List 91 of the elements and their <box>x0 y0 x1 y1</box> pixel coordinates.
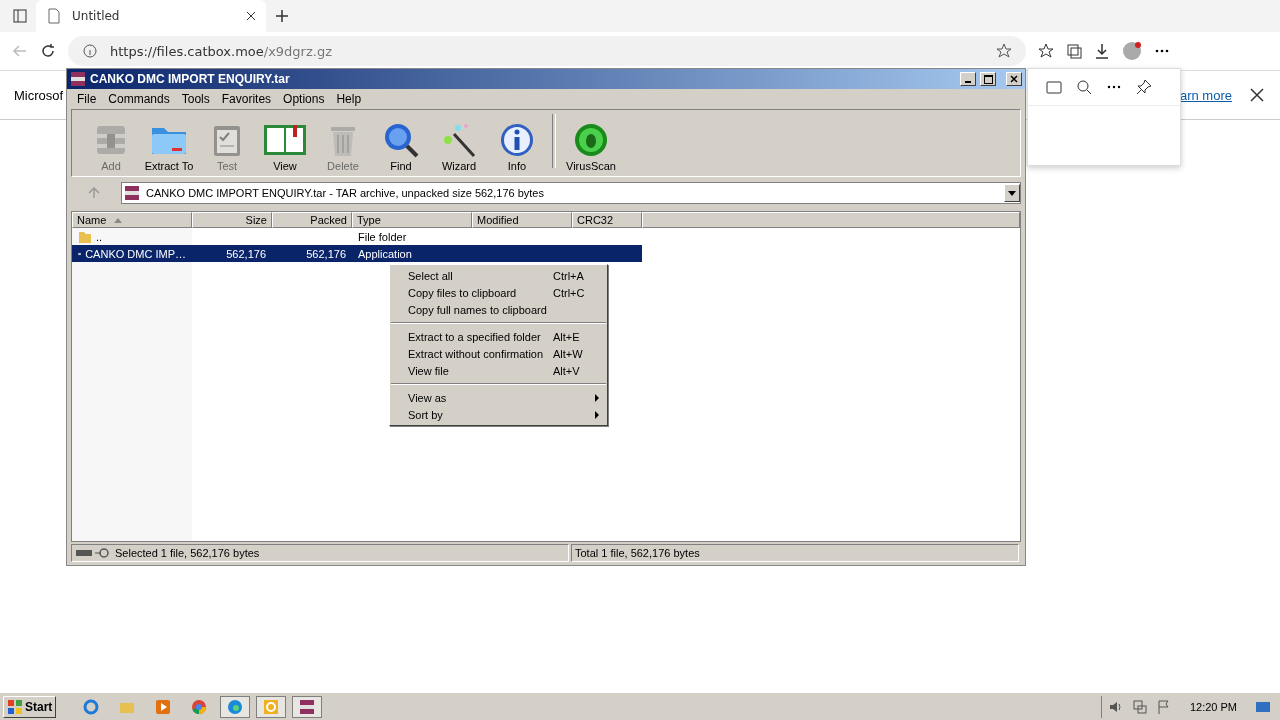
tab-title: Untitled <box>72 9 121 23</box>
menu-item[interactable]: Commands <box>102 92 176 106</box>
column-header[interactable]: Name <box>72 212 192 228</box>
status-text: Selected 1 file, 562,176 bytes <box>115 547 260 559</box>
maximize-button[interactable] <box>980 72 996 86</box>
menu-item[interactable]: Extract without confirmation Alt+W <box>390 345 607 362</box>
name-cell: CANKO DMC IMP… <box>72 246 192 261</box>
browser-icon <box>227 698 244 715</box>
favorites-icon <box>1038 43 1054 59</box>
globe-icon <box>83 698 100 715</box>
column-header[interactable]: Modified <box>472 212 572 228</box>
menu-item[interactable]: View file Alt+V <box>390 362 607 379</box>
menu-item[interactable]: Tools <box>175 92 216 106</box>
url-text: https://files.catbox.moe/x9dgrz.gz <box>110 43 332 59</box>
folder-icon <box>1046 79 1062 95</box>
pin-icon <box>1136 79 1152 95</box>
browser-icon <box>191 698 208 715</box>
info-icon <box>82 43 98 59</box>
network-icon <box>1131 698 1148 715</box>
minimize-button[interactable] <box>960 72 976 86</box>
folder-icon <box>78 229 92 244</box>
menu-item[interactable]: File <box>71 92 103 106</box>
toolbar-button[interactable]: Info <box>488 122 546 172</box>
archive-icon <box>70 71 86 87</box>
type-cell-text: Application <box>357 247 413 260</box>
name-cell: .. <box>72 229 192 244</box>
toolbar-button[interactable]: Wizard <box>430 122 488 172</box>
toolbar-button[interactable]: View <box>256 122 314 172</box>
column-header[interactable]: Type <box>352 212 472 228</box>
menu-item[interactable]: Extract to a specified folder Alt+E <box>390 328 607 345</box>
maximize-icon <box>983 74 993 84</box>
menu-item[interactable]: Copy files to clipboard Ctrl+C <box>390 284 607 301</box>
learn-more-link[interactable]: arn more <box>1179 87 1232 103</box>
refresh-icon <box>40 43 56 59</box>
flag-icon <box>1155 698 1172 715</box>
file-row[interactable]: .. File folder <box>72 228 642 245</box>
infobar-text: Microsof <box>14 87 64 103</box>
column-header[interactable]: CRC32 <box>572 212 642 228</box>
clock: 12:20 PM <box>1189 700 1237 713</box>
window-title: CANKO DMC IMPORT ENQUIRY.tar <box>90 72 291 86</box>
search-icon <box>1076 79 1092 95</box>
size-cell-text: 562,176 <box>225 247 267 260</box>
sort-arrow-icon <box>114 217 123 223</box>
close-icon <box>1250 88 1264 102</box>
start-button[interactable]: Start <box>3 695 57 718</box>
mail-icon <box>263 698 280 715</box>
info-icon <box>499 122 535 158</box>
avatar-icon <box>1122 41 1142 61</box>
close-icon <box>246 11 256 21</box>
windows-logo-icon <box>7 698 23 715</box>
archive-icon <box>299 698 316 715</box>
toolbar-button[interactable]: Find <box>372 122 430 172</box>
type-cell-text: File folder <box>357 230 408 243</box>
column-header[interactable]: Packed <box>272 212 352 228</box>
download-icon <box>1094 43 1110 59</box>
menu-item[interactable]: Copy full names to clipboard <box>390 301 607 318</box>
sidebar-toggle-icon <box>12 8 28 24</box>
magnifier-icon <box>382 122 420 158</box>
book-icon <box>263 122 307 158</box>
status-text: Total 1 file, 562,176 bytes <box>575 547 700 559</box>
collections-icon <box>1066 43 1082 59</box>
menu-item[interactable]: Favorites <box>215 92 278 106</box>
file-row[interactable]: CANKO DMC IMP… 562,176 562,176 Application <box>72 245 642 262</box>
packed-cell-text: 562,176 <box>305 247 347 260</box>
up-arrow-icon <box>88 187 100 199</box>
drive-icon <box>75 548 111 558</box>
path-field[interactable]: CANKO DMC IMPORT ENQUIRY.tar - TAR archive, unpacked size 562,176 bytes <box>121 182 1021 204</box>
new-tab-icon <box>274 8 290 24</box>
play-icon <box>155 698 172 715</box>
caret-icon <box>1008 190 1016 196</box>
column-header[interactable]: Size <box>192 212 272 228</box>
menu-item[interactable]: Sort by <box>390 406 607 423</box>
browser-tab[interactable]: Untitled <box>36 0 266 32</box>
page-icon <box>46 8 62 24</box>
bug-icon <box>573 122 609 158</box>
close-icon <box>1010 75 1018 83</box>
toolbar-button[interactable]: Extract To <box>140 122 198 172</box>
menu-item[interactable]: Options <box>277 92 331 106</box>
menu-item[interactable]: View as <box>390 389 607 406</box>
dropdown-button[interactable] <box>1004 184 1020 202</box>
add-favorite-icon <box>996 43 1012 59</box>
toolbar-button[interactable]: VirusScan <box>562 122 620 172</box>
address-bar[interactable]: https://files.catbox.moe/x9dgrz.gz <box>68 36 1026 66</box>
taskbar-app[interactable] <box>256 695 287 718</box>
taskbar-app[interactable] <box>220 695 251 718</box>
menu-item[interactable]: Help <box>330 92 368 106</box>
menu-item[interactable]: Select all Ctrl+A <box>390 267 607 284</box>
back-icon <box>12 43 28 59</box>
archive-icon <box>124 185 140 201</box>
close-button[interactable] <box>1006 72 1022 86</box>
taskbar-app[interactable] <box>292 695 323 718</box>
